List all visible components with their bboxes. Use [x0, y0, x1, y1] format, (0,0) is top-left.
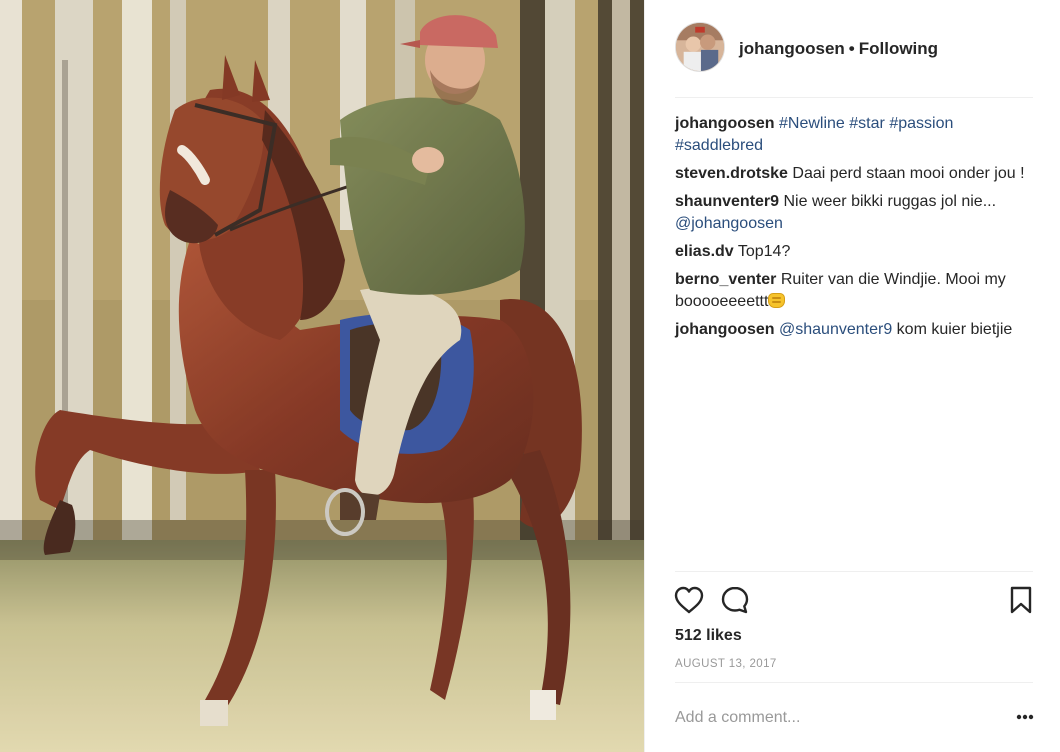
like-count[interactable]: 512 likes [675, 627, 742, 645]
separator-dot: • [848, 39, 855, 58]
save-button[interactable] [1005, 584, 1037, 616]
comment-item: berno_venter Ruiter van die Windjie. Moo… [675, 269, 1037, 313]
heart-icon [674, 586, 704, 614]
post-header: johangoosen • Following [675, 22, 1033, 98]
comment-button[interactable] [719, 584, 751, 616]
header-text: johangoosen • Following [739, 39, 938, 59]
avatar[interactable] [675, 22, 725, 72]
comment-item: johangoosen @shaunventer9 kom kuier biet… [675, 319, 1037, 341]
comment-item: shaunventer9 Nie weer bikki ruggas jol n… [675, 191, 1037, 235]
hashtag-link[interactable]: #passion [889, 115, 953, 132]
hashtag-link[interactable]: #Newline [779, 115, 845, 132]
comment-username[interactable]: shaunventer9 [675, 193, 779, 210]
comment-username[interactable]: johangoosen [675, 321, 775, 338]
comment-username[interactable]: johangoosen [675, 115, 775, 132]
comment-text: Daai perd staan mooi onder jou ! [792, 165, 1025, 182]
post-author-username[interactable]: johangoosen [739, 39, 845, 58]
post-photo[interactable] [0, 0, 644, 752]
comment-bubble-icon [721, 586, 749, 614]
add-comment-input[interactable] [675, 706, 1015, 730]
comment-item: steven.drotske Daai perd staan mooi onde… [675, 163, 1037, 185]
comment-username[interactable]: steven.drotske [675, 165, 788, 182]
comment-item: johangoosen #Newline #star #passion #sad… [675, 113, 1037, 157]
more-options-button[interactable] [1013, 705, 1037, 729]
follow-button[interactable]: Following [859, 39, 938, 58]
instagram-post: johangoosen • Following johangoosen #Newli… [0, 0, 1060, 752]
avatar-image [676, 23, 724, 71]
hashtag-link[interactable]: #saddlebred [675, 137, 763, 154]
comment-username[interactable]: berno_venter [675, 271, 776, 288]
more-options-icon [1016, 714, 1034, 720]
comment-list: johangoosen #Newline #star #passion #sad… [675, 113, 1037, 347]
comment-text: Top14? [737, 243, 791, 260]
post-details-panel: johangoosen • Following johangoosen #Newli… [644, 0, 1060, 752]
horse-rider-image [0, 0, 644, 752]
comment-username[interactable]: elias.dv [675, 243, 734, 260]
bookmark-icon [1010, 586, 1032, 614]
comment-text: Nie weer bikki ruggas jol nie... [783, 193, 997, 210]
comment-item: elias.dv Top14? [675, 241, 1037, 263]
action-bar [673, 584, 1035, 616]
fist-emoji-icon [768, 293, 786, 308]
hashtag-link[interactable]: #star [849, 115, 885, 132]
mention-link[interactable]: @shaunventer9 [779, 321, 892, 338]
divider [675, 682, 1033, 683]
comment-text: kom kuier bietjie [892, 321, 1013, 338]
post-date[interactable]: AUGUST 13, 2017 [675, 658, 777, 670]
mention-link[interactable]: @johangoosen [675, 215, 783, 232]
divider [675, 571, 1033, 572]
like-button[interactable] [673, 584, 705, 616]
